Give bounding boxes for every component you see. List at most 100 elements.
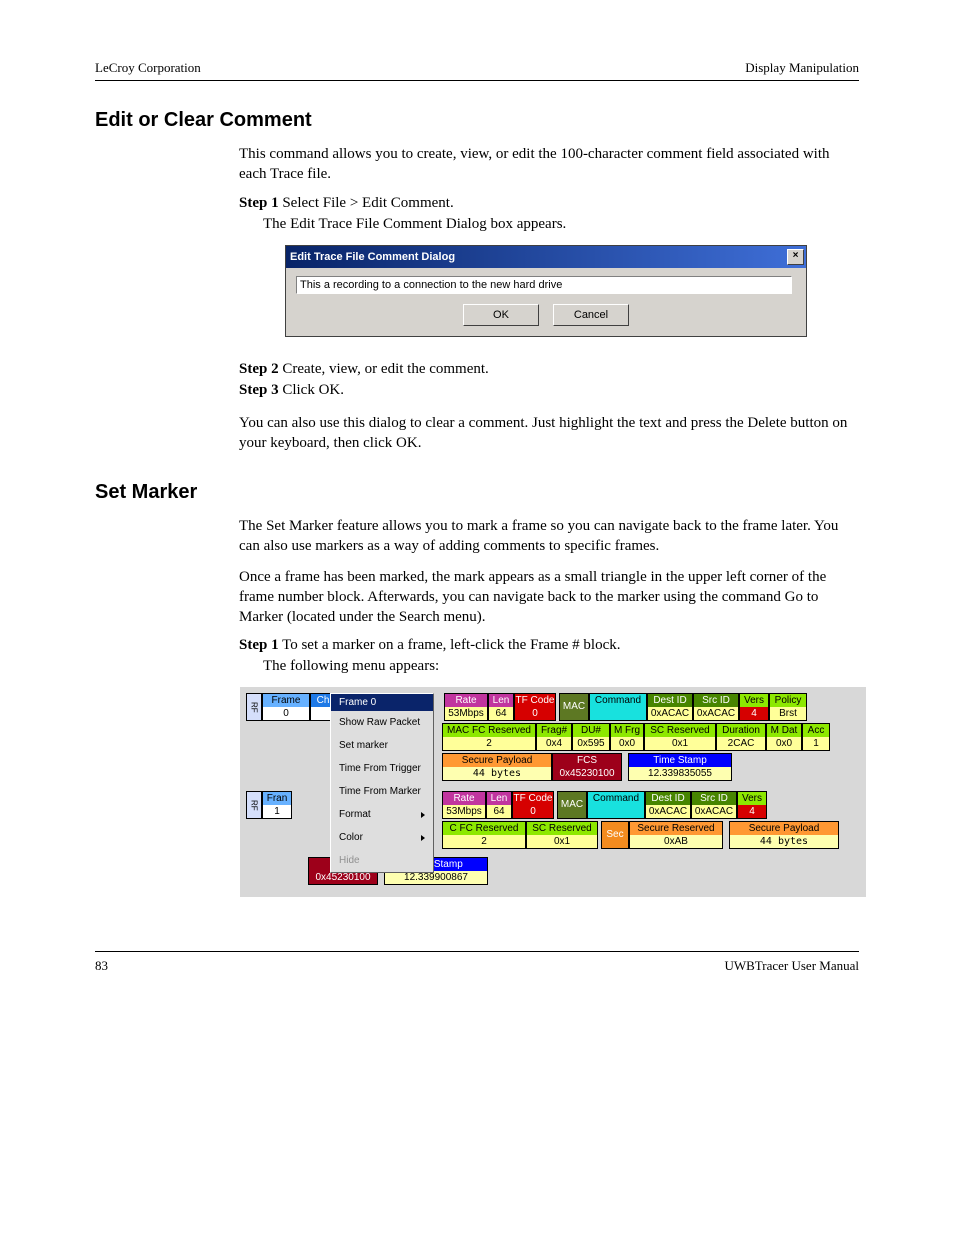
mfrg-header: M Frg (611, 724, 643, 737)
len-value-2: 64 (487, 805, 511, 818)
mdat-value: 0x0 (767, 737, 801, 750)
len-header-2: Len (487, 792, 511, 805)
du-header: DU# (573, 724, 609, 737)
frame-value-2[interactable]: 1 (263, 805, 291, 818)
fcs-value: 0x45230100 (553, 767, 621, 780)
command-header-2: Command (588, 792, 644, 805)
footer-page: 83 (95, 958, 108, 974)
doc-note: You can also use this dialog to clear a … (239, 413, 859, 454)
step3-label: Step 3 (239, 382, 279, 398)
set-marker-step1-sub: The following menu appears: (263, 658, 859, 675)
command-header: Command (590, 694, 646, 707)
footer-doc: UWBTracer User Manual (724, 958, 859, 974)
close-icon[interactable]: × (787, 249, 804, 265)
acc-header: Acc (803, 724, 829, 737)
vers-header-2: Vers (738, 792, 766, 805)
vers-value-2: 4 (738, 805, 766, 818)
macfc-value: 2 (443, 737, 535, 750)
mfrg-value: 0x0 (611, 737, 643, 750)
mac-label: MAC (559, 693, 589, 721)
set-marker-p2: Once a frame has been marked, the mark a… (239, 567, 859, 628)
destid-header-2: Dest ID (646, 792, 690, 805)
ok-button[interactable]: OK (463, 304, 539, 326)
cfc-header: C FC Reserved (443, 822, 525, 835)
payload-value: 44 bytes (443, 767, 551, 780)
frame-header: Frame (263, 694, 309, 707)
step2: Step 2 Create, view, or edit the comment… (239, 361, 859, 378)
tfcode-header: TF Code (515, 694, 555, 707)
step1-text: Select File > Edit Comment. (282, 195, 453, 211)
ctx-header: Frame 0 (331, 694, 433, 711)
ctx-time-from-marker[interactable]: Time From Marker (331, 780, 433, 803)
frame-value[interactable]: 0 (263, 707, 309, 720)
frame-context-menu: Frame 0 Show Raw Packet Set marker Time … (330, 693, 434, 873)
secres-value: 0xAB (630, 835, 722, 848)
step2-text: Create, view, or edit the comment. (282, 361, 488, 377)
vers-header: Vers (740, 694, 768, 707)
chevron-right-icon (421, 812, 425, 818)
paragraph-edit-comment-intro: This command allows you to create, view,… (239, 144, 859, 185)
rf-indicator: RF (246, 693, 262, 721)
duration-header: Duration (717, 724, 765, 737)
ctx-set-marker[interactable]: Set marker (331, 734, 433, 757)
scres-value: 0x1 (645, 737, 715, 750)
header-rule (95, 80, 859, 81)
sec-label: Sec (601, 821, 629, 849)
page-footer: 83 UWBTracer User Manual (95, 958, 859, 974)
ctx-time-from-trigger[interactable]: Time From Trigger (331, 757, 433, 780)
scres-header: SC Reserved (645, 724, 715, 737)
rf-indicator: RF (246, 791, 262, 819)
header-product: LeCroy Corporation (95, 60, 201, 76)
comment-input[interactable] (296, 276, 792, 294)
duration-value: 2CAC (717, 737, 765, 750)
fcs-header: FCS (553, 754, 621, 767)
dialog-titlebar: Edit Trace File Comment Dialog × (286, 246, 806, 268)
ctx-show-raw-packet[interactable]: Show Raw Packet (331, 711, 433, 734)
page-header: LeCroy Corporation Display Manipulation (95, 60, 859, 76)
frag-value: 0x4 (537, 737, 571, 750)
footer-rule (95, 951, 859, 952)
macfc-header: MAC FC Reserved (443, 724, 535, 737)
ctx-format[interactable]: Format (331, 803, 433, 826)
step1: Step 1 Select File > Edit Comment. (239, 195, 859, 212)
step1-label: Step 1 (239, 195, 279, 211)
destid-value: 0xACAC (648, 707, 692, 720)
srcid-header: Src ID (694, 694, 738, 707)
destid-header: Dest ID (648, 694, 692, 707)
srcid-header-2: Src ID (692, 792, 736, 805)
timestamp-value: 12.339835055 (629, 767, 731, 780)
tfcode-value-2: 0 (513, 805, 553, 818)
secres-header: Secure Reserved (630, 822, 722, 835)
len-header: Len (489, 694, 513, 707)
heading-edit-comment: Edit or Clear Comment (95, 109, 859, 132)
set-marker-step1-text: To set a marker on a frame, left-click t… (282, 637, 620, 653)
rate-header: Rate (445, 694, 487, 707)
tfcode-header-2: TF Code (513, 792, 553, 805)
ctx-color[interactable]: Color (331, 826, 433, 849)
rate-header-2: Rate (443, 792, 485, 805)
acc-value: 1 (803, 737, 829, 750)
scres-header-2: SC Reserved (527, 822, 597, 835)
frag-header: Frag# (537, 724, 571, 737)
du-value: 0x595 (573, 737, 609, 750)
header-chapter: Display Manipulation (745, 60, 859, 76)
payload-value-2: 44 bytes (730, 835, 838, 848)
frame-header-2: Fran (263, 792, 291, 805)
step3-text: Click OK. (282, 382, 344, 398)
trace-viewer-figure: RF Frame 0 Ch Rate 53Mbps Len 64 (240, 687, 866, 897)
payload-header: Secure Payload (443, 754, 551, 767)
timestamp-header: Time Stamp (629, 754, 731, 767)
srcid-value-2: 0xACAC (692, 805, 736, 818)
policy-header: Policy (770, 694, 806, 707)
step2-label: Step 2 (239, 361, 279, 377)
tfcode-value: 0 (515, 707, 555, 720)
step3: Step 3 Click OK. (239, 382, 859, 399)
destid-value-2: 0xACAC (646, 805, 690, 818)
cancel-button[interactable]: Cancel (553, 304, 629, 326)
cfc-value: 2 (443, 835, 525, 848)
edit-comment-dialog: Edit Trace File Comment Dialog × OK Canc… (285, 245, 807, 337)
set-marker-step1: Step 1 To set a marker on a frame, left-… (239, 637, 859, 654)
set-marker-step1-label: Step 1 (239, 637, 279, 653)
srcid-value: 0xACAC (694, 707, 738, 720)
dialog-title: Edit Trace File Comment Dialog (290, 251, 455, 263)
